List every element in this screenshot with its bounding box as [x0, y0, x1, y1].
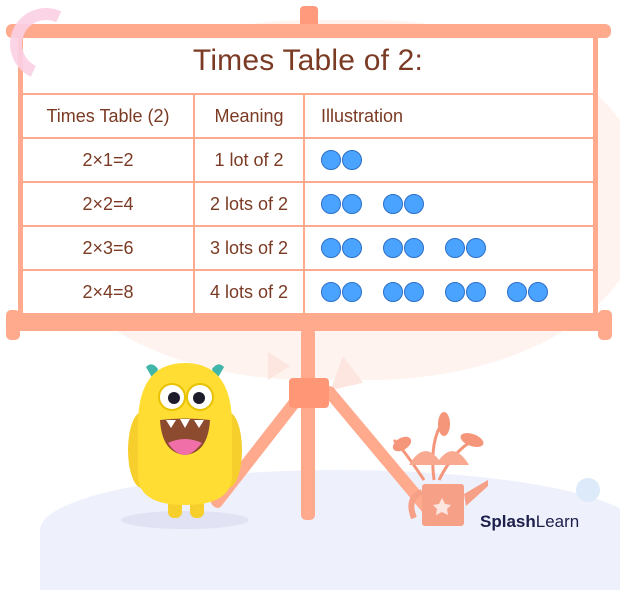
blue-dot-icon	[321, 194, 341, 214]
illustration-cell	[303, 269, 593, 313]
header-meaning: Meaning	[193, 93, 305, 139]
rail-end-cap	[598, 310, 612, 340]
monster-mascot-icon	[121, 363, 249, 529]
blue-dot-icon	[404, 238, 424, 258]
dot-groups	[321, 194, 593, 214]
blue-dot-icon	[404, 194, 424, 214]
illustration-cell	[303, 225, 593, 271]
table-row: 2×2=4 2 lots of 2	[23, 181, 593, 227]
blue-dot-icon	[383, 194, 403, 214]
equation-cell: 2×3=6	[23, 225, 195, 271]
dot-group	[507, 282, 549, 302]
blue-dot-icon	[342, 194, 362, 214]
rail-end-cap	[6, 310, 20, 340]
dot-groups	[321, 150, 593, 170]
brand-bold: Splash	[480, 512, 536, 531]
blue-dot-icon	[528, 282, 548, 302]
times-table: Times Table (2) Meaning Illustration 2×1…	[23, 93, 593, 313]
blue-dot-icon	[342, 150, 362, 170]
dot-group	[321, 238, 363, 258]
blue-dot-icon	[466, 282, 486, 302]
splashlearn-logo: SplashLearn	[480, 512, 579, 532]
blue-dot-icon	[321, 282, 341, 302]
board: Times Table of 2: Times Table (2) Meanin…	[18, 36, 598, 316]
dot-group	[383, 238, 425, 258]
decorative-dot	[576, 478, 600, 502]
dot-group	[383, 282, 425, 302]
header-times-table: Times Table (2)	[23, 93, 195, 139]
meaning-cell: 2 lots of 2	[193, 181, 305, 227]
equation-cell: 2×2=4	[23, 181, 195, 227]
board-top-rail	[6, 24, 611, 38]
decorative-triangle	[268, 352, 290, 380]
blue-dot-icon	[321, 238, 341, 258]
meaning-cell: 1 lot of 2	[193, 137, 305, 183]
table-header-row: Times Table (2) Meaning Illustration	[23, 93, 593, 139]
table-row: 2×3=6 3 lots of 2	[23, 225, 593, 271]
blue-dot-icon	[321, 150, 341, 170]
table-row: 2×1=2 1 lot of 2	[23, 137, 593, 183]
table-row: 2×4=8 4 lots of 2	[23, 269, 593, 313]
brand-regular: Learn	[535, 512, 580, 531]
easel-collar	[289, 378, 329, 408]
blue-dot-icon	[466, 238, 486, 258]
blue-dot-icon	[342, 238, 362, 258]
watering-can-plant-icon	[392, 412, 488, 526]
dot-group	[445, 282, 487, 302]
equation-cell: 2×1=2	[23, 137, 195, 183]
meaning-cell: 4 lots of 2	[193, 269, 305, 313]
dot-groups	[321, 238, 593, 258]
easel-leg-center	[301, 328, 315, 520]
meaning-cell: 3 lots of 2	[193, 225, 305, 271]
blue-dot-icon	[342, 282, 362, 302]
header-illustration: Illustration	[303, 93, 593, 139]
blue-dot-icon	[445, 238, 465, 258]
blue-dot-icon	[383, 238, 403, 258]
illustration-cell	[303, 181, 593, 227]
dot-groups	[321, 282, 593, 302]
blue-dot-icon	[383, 282, 403, 302]
blue-dot-icon	[404, 282, 424, 302]
dot-group	[383, 194, 425, 214]
board-bottom-rail	[6, 313, 611, 331]
blue-dot-icon	[445, 282, 465, 302]
equation-cell: 2×4=8	[23, 269, 195, 313]
blue-dot-icon	[507, 282, 527, 302]
page-title: Times Table of 2:	[192, 44, 424, 77]
dot-group	[321, 194, 363, 214]
dot-group	[445, 238, 487, 258]
illustration-cell	[303, 137, 593, 183]
dot-group	[321, 150, 363, 170]
dot-group	[321, 282, 363, 302]
